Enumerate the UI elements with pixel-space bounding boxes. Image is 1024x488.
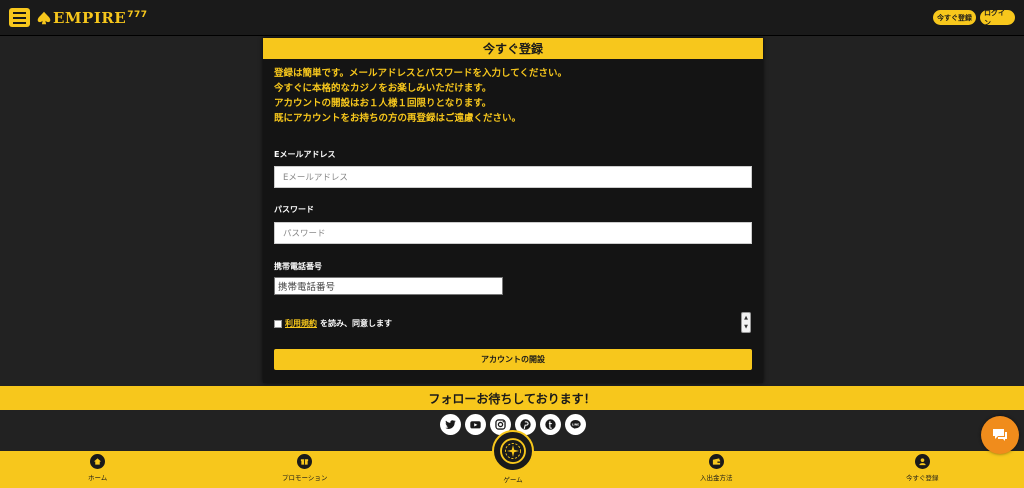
terms-checkbox[interactable] — [274, 319, 282, 328]
home-icon — [90, 454, 106, 469]
header-login-button[interactable]: ログイン — [980, 9, 1015, 27]
youtube-icon[interactable] — [465, 414, 486, 435]
nav-register[interactable]: 今すぐ登録 — [906, 454, 939, 482]
registration-title: 今すぐ登録 — [263, 38, 763, 59]
roulette-icon — [500, 438, 526, 464]
nav-home[interactable]: ホーム — [88, 454, 107, 482]
nav-deposit[interactable]: 入出金方法 — [700, 454, 733, 482]
logo-suffix: 777 — [127, 10, 148, 20]
line-icon[interactable]: LINE — [565, 414, 586, 435]
nav-label: プロモーション — [282, 474, 328, 482]
intro-line: 今すぐに本格的なカジノをお楽しみいただけます。 — [274, 83, 492, 94]
email-field[interactable]: Eメールアドレス — [274, 166, 752, 188]
nav-promotion[interactable]: プロモーション — [282, 454, 327, 482]
phone-field[interactable]: 携帯電話番号 — [274, 277, 503, 295]
menu-bar — [13, 11, 26, 14]
menu-bar — [13, 21, 26, 24]
top-header: EMPIRE 777 今すぐ登録 ログイン — [0, 0, 1024, 36]
empire-logo[interactable]: EMPIRE 777 — [37, 8, 148, 28]
user-icon — [914, 454, 930, 469]
spade-icon — [37, 11, 51, 25]
logo-text: EMPIRE — [53, 9, 127, 27]
registration-intro: 登録は簡単です。メールアドレスとパスワードを入力してください。 今すぐに本格的な… — [274, 66, 567, 126]
terms-text: を読み、同意します — [320, 319, 392, 328]
nav-label: 今すぐ登録 — [906, 474, 939, 482]
chat-icon — [993, 429, 1007, 441]
nav-label: ホーム — [88, 474, 108, 482]
intro-line: アカウントの開設はお１人様１回限りとなります。 — [274, 98, 492, 109]
nav-game-button[interactable] — [492, 430, 534, 472]
nav-game-label: ゲーム — [503, 476, 523, 484]
menu-bar — [13, 16, 26, 19]
spinner-up-icon[interactable]: ▲ — [744, 315, 748, 321]
wallet-icon — [708, 454, 724, 469]
scroll-spinner[interactable]: ▲ ▼ — [741, 312, 751, 333]
svg-text:LINE: LINE — [572, 422, 579, 426]
password-label: パスワード — [274, 205, 314, 214]
password-field[interactable]: パスワード — [274, 222, 752, 244]
spinner-down-icon[interactable]: ▼ — [744, 324, 748, 330]
terms-link[interactable]: 利用規約 — [285, 318, 317, 329]
nav-label: 入出金方法 — [700, 474, 733, 482]
tumblr-icon[interactable] — [540, 414, 561, 435]
header-register-button[interactable]: 今すぐ登録 — [933, 10, 976, 25]
intro-line: 登録は簡単です。メールアドレスとパスワードを入力してください。 — [274, 68, 567, 79]
open-account-button[interactable]: アカウントの開設 — [274, 349, 752, 370]
terms-row: 利用規約 を読み、同意します — [274, 318, 392, 329]
intro-line: 既にアカウントをお持ちの方の再登録はご遠慮ください。 — [274, 113, 522, 124]
hamburger-menu-button[interactable] — [9, 8, 30, 27]
registration-panel: 今すぐ登録 登録は簡単です。メールアドレスとパスワードを入力してください。 今す… — [263, 38, 763, 383]
twitter-icon[interactable] — [440, 414, 461, 435]
follow-banner: フォローお待ちしております！ — [0, 386, 1024, 410]
live-chat-button[interactable] — [981, 416, 1019, 454]
gift-icon — [297, 454, 313, 469]
phone-label: 携帯電話番号 — [274, 262, 322, 271]
email-label: Eメールアドレス — [274, 150, 336, 159]
